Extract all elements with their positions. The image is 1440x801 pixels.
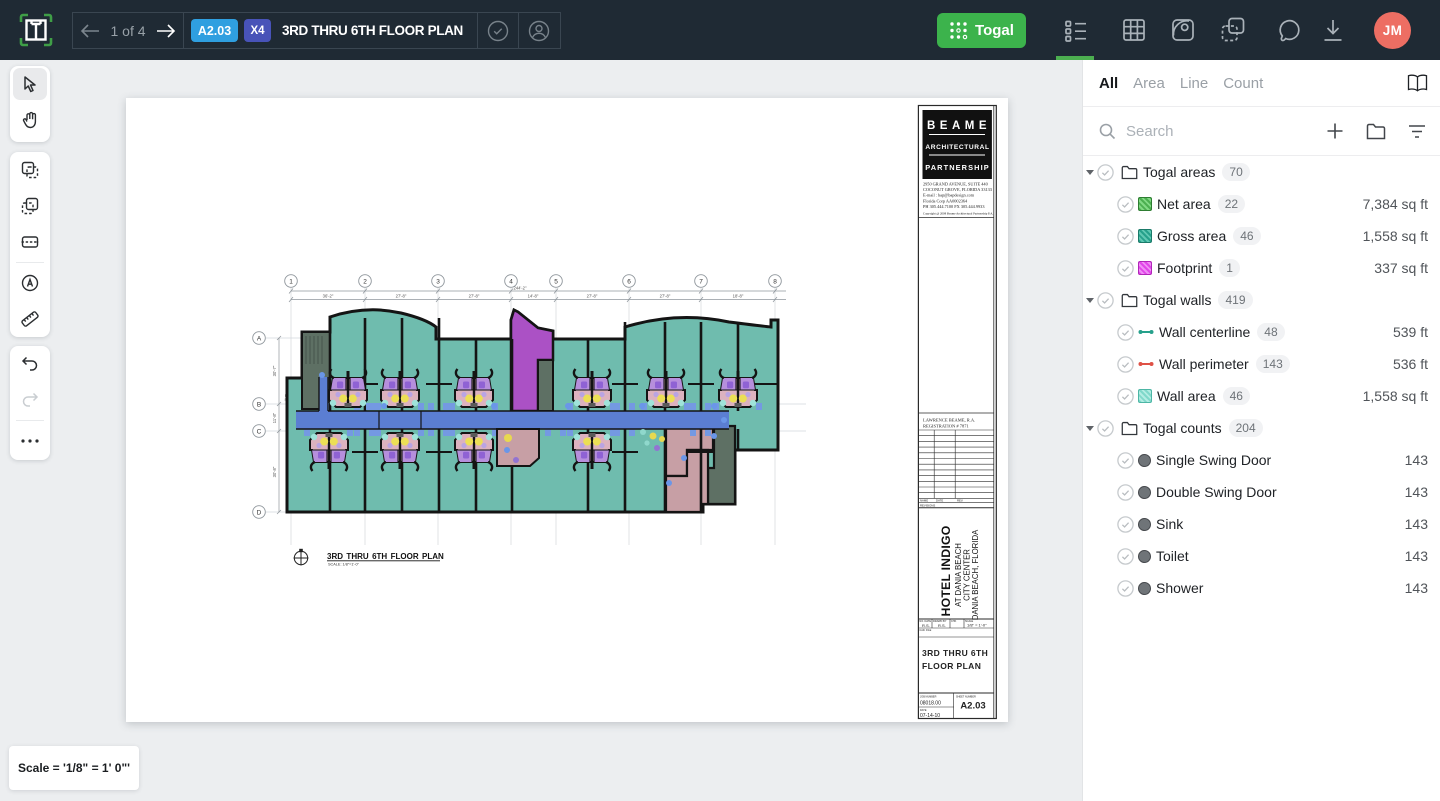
svg-text:PARTNERSHIP: PARTNERSHIP	[925, 163, 990, 172]
svg-text:5: 5	[554, 278, 558, 285]
svg-text:14'-8": 14'-8"	[528, 294, 539, 299]
svg-text:SCALE: 1/8"=1'-0": SCALE: 1/8"=1'-0"	[328, 563, 360, 567]
svg-text:C: C	[257, 428, 262, 435]
svg-text:HOTEL INDIGO: HOTEL INDIGO	[939, 525, 953, 616]
svg-text:07-14-10: 07-14-10	[920, 713, 940, 719]
svg-text:3RD THRU 6TH: 3RD THRU 6TH	[922, 648, 988, 658]
svg-text:CHK: CHK	[951, 620, 957, 623]
svg-text:PH 305.444.7100 FX 305.444.9: PH 305.444.7100 FX 305.444.9933	[923, 204, 984, 209]
svg-text:36'-2": 36'-2"	[323, 294, 334, 299]
svg-text:A: A	[257, 335, 262, 342]
svg-text:1: 1	[289, 278, 293, 285]
svg-text:NAME: NAME	[920, 498, 928, 502]
svg-text:1/8" = 1'-0": 1/8" = 1'-0"	[967, 623, 987, 628]
svg-text:2: 2	[363, 278, 367, 285]
svg-text:27'-8": 27'-8"	[469, 294, 480, 299]
svg-text:BEAME: BEAME	[927, 120, 991, 132]
svg-text:3RD THRU 6TH FLOOR PLAN: 3RD THRU 6TH FLOOR PLAN	[327, 552, 444, 561]
svg-text:FLOOR PLAN: FLOOR PLAN	[922, 661, 981, 671]
svg-text:A2.03: A2.03	[960, 701, 985, 712]
svg-text:D: D	[257, 509, 262, 516]
svg-text:B: B	[257, 401, 261, 408]
svg-text:6: 6	[627, 278, 631, 285]
svg-text:30'-7": 30'-7"	[272, 365, 277, 376]
svg-text:JOB NUMBER: JOB NUMBER	[920, 695, 937, 698]
svg-text:REV.: REV.	[957, 498, 963, 502]
svg-text:R.S.: R.S.	[922, 623, 930, 628]
svg-text:DANIA BEACH, FLORIDA: DANIA BEACH, FLORIDA	[971, 529, 980, 620]
svg-text:11'-8": 11'-8"	[272, 412, 277, 423]
svg-text:ARCHITECTURAL: ARCHITECTURAL	[925, 144, 989, 151]
svg-text:CAD. FILE: CAD. FILE	[919, 629, 931, 632]
svg-text:244'-2": 244'-2"	[514, 286, 528, 291]
svg-text:27'-8": 27'-8"	[396, 294, 407, 299]
svg-text:DATE: DATE	[936, 498, 943, 502]
svg-text:SHEET NUMBER: SHEET NUMBER	[956, 695, 976, 698]
svg-text:E-mail : bap@bapdesign.com: E-mail : bap@bapdesign.com	[923, 193, 975, 198]
svg-text:08018.00: 08018.00	[920, 701, 941, 707]
svg-text:REGISTRATION # 7871: REGISTRATION # 7871	[923, 424, 969, 429]
svg-text:18'-8": 18'-8"	[733, 294, 744, 299]
svg-text:7: 7	[699, 278, 703, 285]
svg-text:Florida Corp AA0002364: Florida Corp AA0002364	[923, 198, 968, 203]
svg-text:8: 8	[773, 278, 777, 285]
svg-text:3: 3	[436, 278, 440, 285]
svg-text:4: 4	[509, 278, 513, 285]
svg-text:27'-8": 27'-8"	[587, 294, 598, 299]
svg-text:R.S.: R.S.	[938, 623, 946, 628]
svg-text:Copyright @ 2008 Beame Archit: Copyright @ 2008 Beame Architectural Par…	[923, 212, 993, 216]
svg-text:REVISIONS: REVISIONS	[920, 504, 935, 508]
svg-text:DATE: DATE	[920, 709, 927, 712]
svg-text:27'-8": 27'-8"	[660, 294, 671, 299]
svg-text:30'-8": 30'-8"	[272, 466, 277, 477]
